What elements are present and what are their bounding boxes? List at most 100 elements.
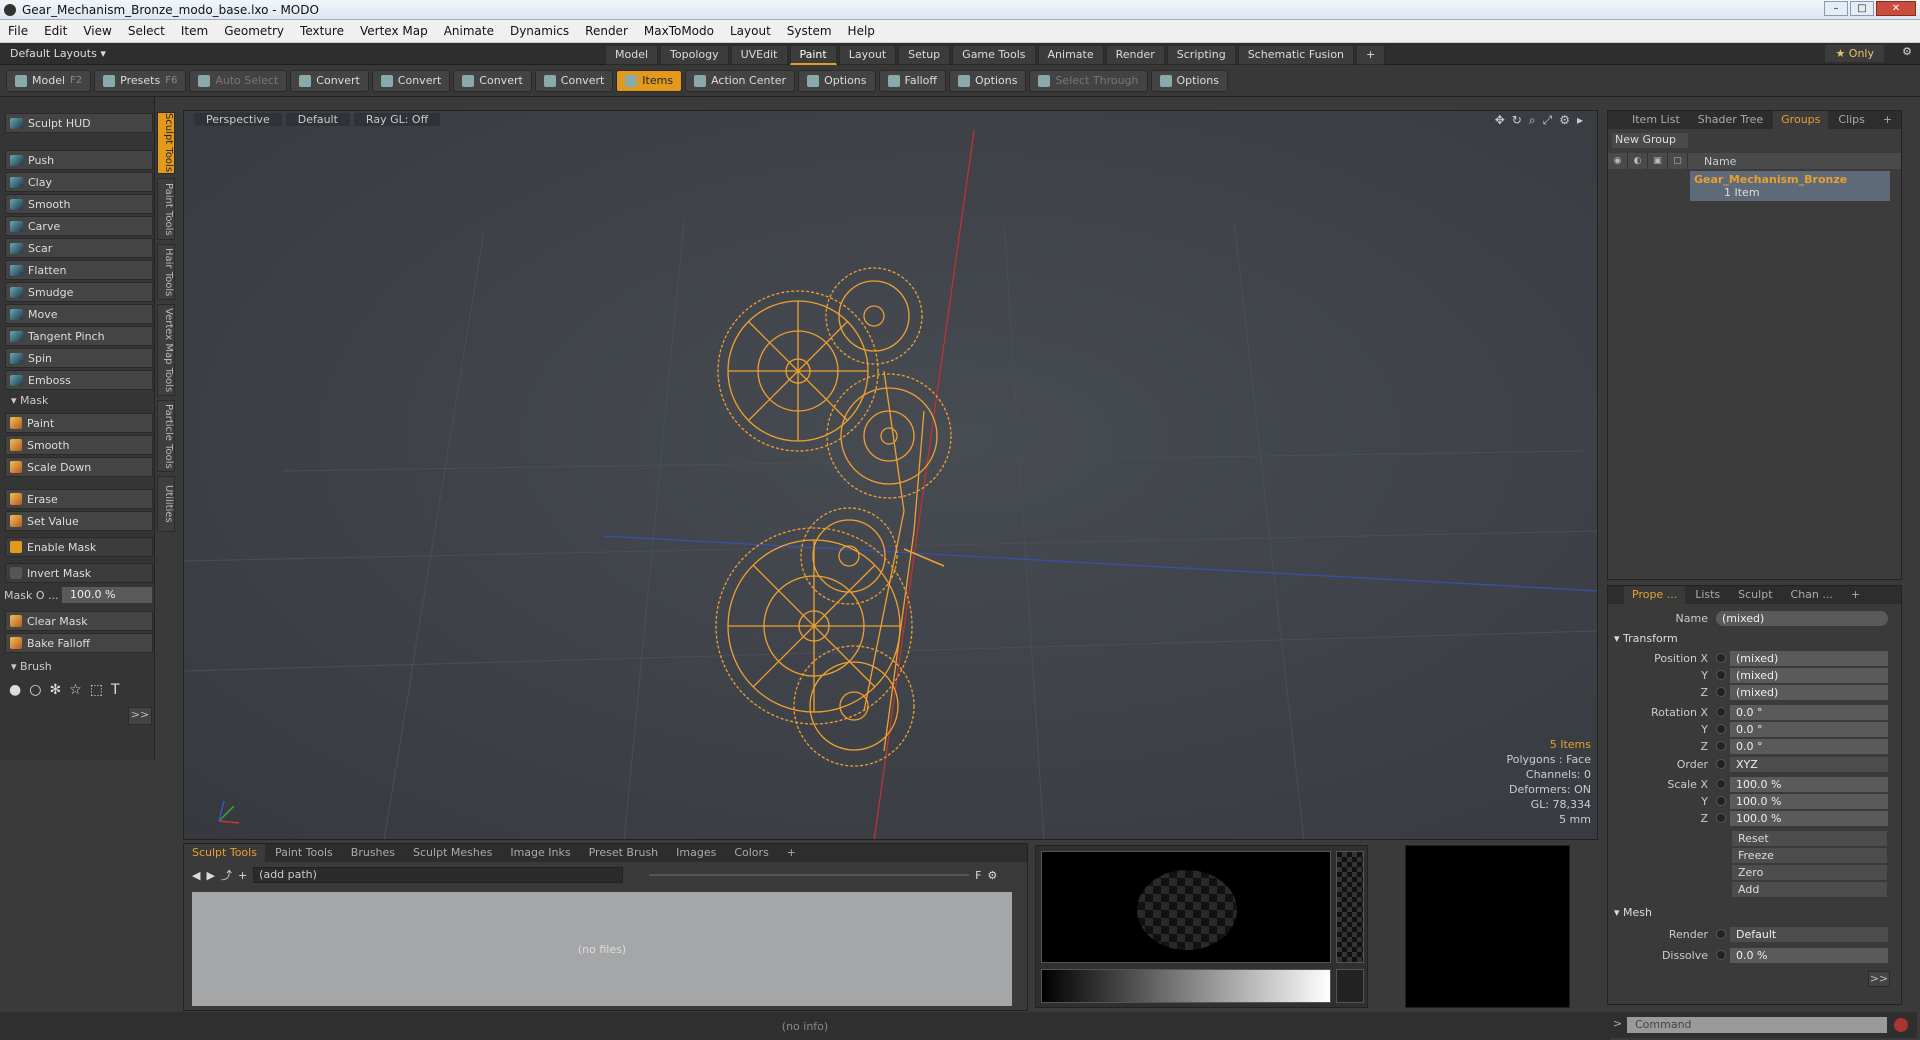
tab-groups[interactable]: Groups — [1773, 111, 1829, 129]
dissolve-field[interactable]: 0.0 % — [1730, 947, 1888, 963]
invert-mask-checkbox[interactable]: Invert Mask — [5, 563, 153, 583]
maximize-button[interactable]: □ — [1850, 1, 1874, 16]
action-center-button[interactable]: Action Center — [685, 69, 796, 92]
forward-arrow-icon[interactable]: ▶ — [206, 869, 214, 882]
tab-topology[interactable]: Topology — [660, 45, 729, 65]
star-brush-icon[interactable]: ☆ — [69, 682, 82, 698]
only-button[interactable]: ★ Only — [1825, 45, 1884, 62]
menu-maxtomodo[interactable]: MaxToModo — [636, 24, 722, 38]
keyframe-dot-icon[interactable] — [1716, 741, 1726, 751]
menu-help[interactable]: Help — [840, 24, 883, 38]
tab-layout[interactable]: Layout — [838, 45, 897, 65]
reset-dropdown[interactable]: Reset — [1732, 831, 1887, 846]
options-button-1[interactable]: Options — [798, 69, 876, 92]
clear-mask-button[interactable]: Clear Mask — [5, 611, 153, 631]
sculpt-hud-button[interactable]: Sculpt HUD — [5, 113, 153, 133]
keyframe-dot-icon[interactable] — [1716, 796, 1726, 806]
set-value-button[interactable]: Set Value — [5, 511, 153, 531]
menu-layout[interactable]: Layout — [722, 24, 779, 38]
tab-properties[interactable]: Prope ... — [1624, 586, 1686, 604]
add-tab-icon[interactable]: + — [779, 844, 804, 862]
menu-view[interactable]: View — [75, 24, 119, 38]
lock-icon[interactable]: ▣ — [1648, 153, 1668, 169]
shading-dropdown[interactable]: Default — [285, 112, 350, 126]
tool-push[interactable]: Push — [5, 150, 153, 170]
keyframe-dot-icon[interactable] — [1716, 687, 1726, 697]
tab-clips[interactable]: Clips — [1830, 111, 1873, 129]
freeze-dropdown[interactable]: Freeze — [1732, 848, 1887, 863]
position-z-field[interactable]: (mixed) — [1730, 684, 1888, 700]
zero-dropdown[interactable]: Zero — [1732, 865, 1887, 880]
auto-select-button[interactable]: Auto Select — [189, 69, 288, 92]
menu-item[interactable]: Item — [173, 24, 216, 38]
view-mode-dropdown[interactable]: Perspective — [194, 112, 282, 126]
tool-emboss[interactable]: Emboss — [5, 370, 153, 390]
custom-brush-icon[interactable]: ⬚ — [90, 682, 103, 698]
keyframe-dot-icon[interactable] — [1716, 779, 1726, 789]
gradient-swatch[interactable] — [1336, 969, 1364, 1003]
scale-z-field[interactable]: 100.0 % — [1730, 810, 1888, 826]
tab-setup[interactable]: Setup — [898, 45, 951, 65]
options-button-3[interactable]: Options — [1150, 69, 1228, 92]
erase-button[interactable]: Erase — [5, 489, 153, 509]
vtab-particle-tools[interactable]: Particle Tools — [157, 400, 175, 472]
bake-falloff-button[interactable]: Bake Falloff — [5, 633, 153, 653]
tab-scripting[interactable]: Scripting — [1166, 45, 1236, 65]
maximize-icon[interactable]: ⤢ — [1543, 113, 1553, 128]
path-dropdown[interactable]: (add path) — [253, 867, 624, 883]
tab-paint[interactable]: Paint — [789, 45, 837, 65]
pan-icon[interactable]: ✥ — [1495, 113, 1505, 128]
menu-vertex-map[interactable]: Vertex Map — [352, 24, 436, 38]
tab-model[interactable]: Model — [605, 45, 659, 65]
tool-spin[interactable]: Spin — [5, 348, 153, 368]
tab-schematic-fusion[interactable]: Schematic Fusion — [1237, 45, 1355, 65]
tool-clay[interactable]: Clay — [5, 172, 153, 192]
hard-brush-icon[interactable]: ○ — [29, 682, 41, 698]
minimize-button[interactable]: – — [1824, 1, 1848, 16]
browser-settings-icon[interactable]: ⚙ — [987, 869, 997, 882]
tab-shader-tree[interactable]: Shader Tree — [1690, 111, 1771, 129]
order-dropdown[interactable]: XYZ — [1730, 756, 1888, 772]
btab-image-inks[interactable]: Image Inks — [502, 844, 578, 862]
new-group-button[interactable]: New Group — [1612, 133, 1688, 148]
convert-button-4[interactable]: Convert — [534, 69, 614, 92]
settings-icon[interactable]: ⚙ — [1559, 113, 1570, 128]
presets-button[interactable]: Presets F6 — [94, 69, 187, 92]
model-button[interactable]: Model F2 — [6, 69, 92, 92]
rotation-x-field[interactable]: 0.0 ° — [1730, 704, 1888, 720]
convert-button-2[interactable]: Convert — [371, 69, 451, 92]
mask-scale-down-button[interactable]: Scale Down — [5, 457, 153, 477]
render-icon[interactable]: ◐ — [1628, 153, 1648, 169]
btab-paint-tools[interactable]: Paint Tools — [267, 844, 341, 862]
add-tab-icon[interactable]: + — [1875, 111, 1900, 129]
mask-section[interactable]: ▾ Mask — [5, 394, 153, 410]
tool-smooth[interactable]: Smooth — [5, 194, 153, 214]
command-input[interactable]: Command — [1627, 1017, 1887, 1033]
keyframe-dot-icon[interactable] — [1716, 950, 1726, 960]
keyframe-dot-icon[interactable] — [1716, 670, 1726, 680]
btab-sculpt-meshes[interactable]: Sculpt Meshes — [405, 844, 500, 862]
menu-select[interactable]: Select — [120, 24, 173, 38]
menu-system[interactable]: System — [779, 24, 840, 38]
render-dropdown[interactable]: Default — [1730, 926, 1888, 942]
mask-opacity-field[interactable]: 100.0 % — [62, 587, 152, 603]
add-tab-button[interactable]: + — [1356, 45, 1386, 65]
scale-x-field[interactable]: 100.0 % — [1730, 776, 1888, 792]
scale-y-field[interactable]: 100.0 % — [1730, 793, 1888, 809]
filter-icon[interactable]: F — [975, 869, 981, 882]
menu-render[interactable]: Render — [577, 24, 636, 38]
keyframe-dot-icon[interactable] — [1716, 929, 1726, 939]
keyframe-dot-icon[interactable] — [1716, 724, 1726, 734]
menu-dynamics[interactable]: Dynamics — [502, 24, 577, 38]
tab-render[interactable]: Render — [1105, 45, 1165, 65]
tab-item-list[interactable]: Item List — [1624, 111, 1688, 129]
tool-scar[interactable]: Scar — [5, 238, 153, 258]
convert-button-1[interactable]: Convert — [290, 69, 369, 92]
tab-lists[interactable]: Lists — [1687, 586, 1728, 604]
tab-uvedit[interactable]: UVEdit — [730, 45, 788, 65]
mask-paint-button[interactable]: Paint — [5, 413, 153, 433]
tool-carve[interactable]: Carve — [5, 216, 153, 236]
position-x-field[interactable]: (mixed) — [1730, 650, 1888, 666]
select-icon[interactable]: ▢ — [1668, 153, 1688, 169]
keyframe-dot-icon[interactable] — [1716, 813, 1726, 823]
